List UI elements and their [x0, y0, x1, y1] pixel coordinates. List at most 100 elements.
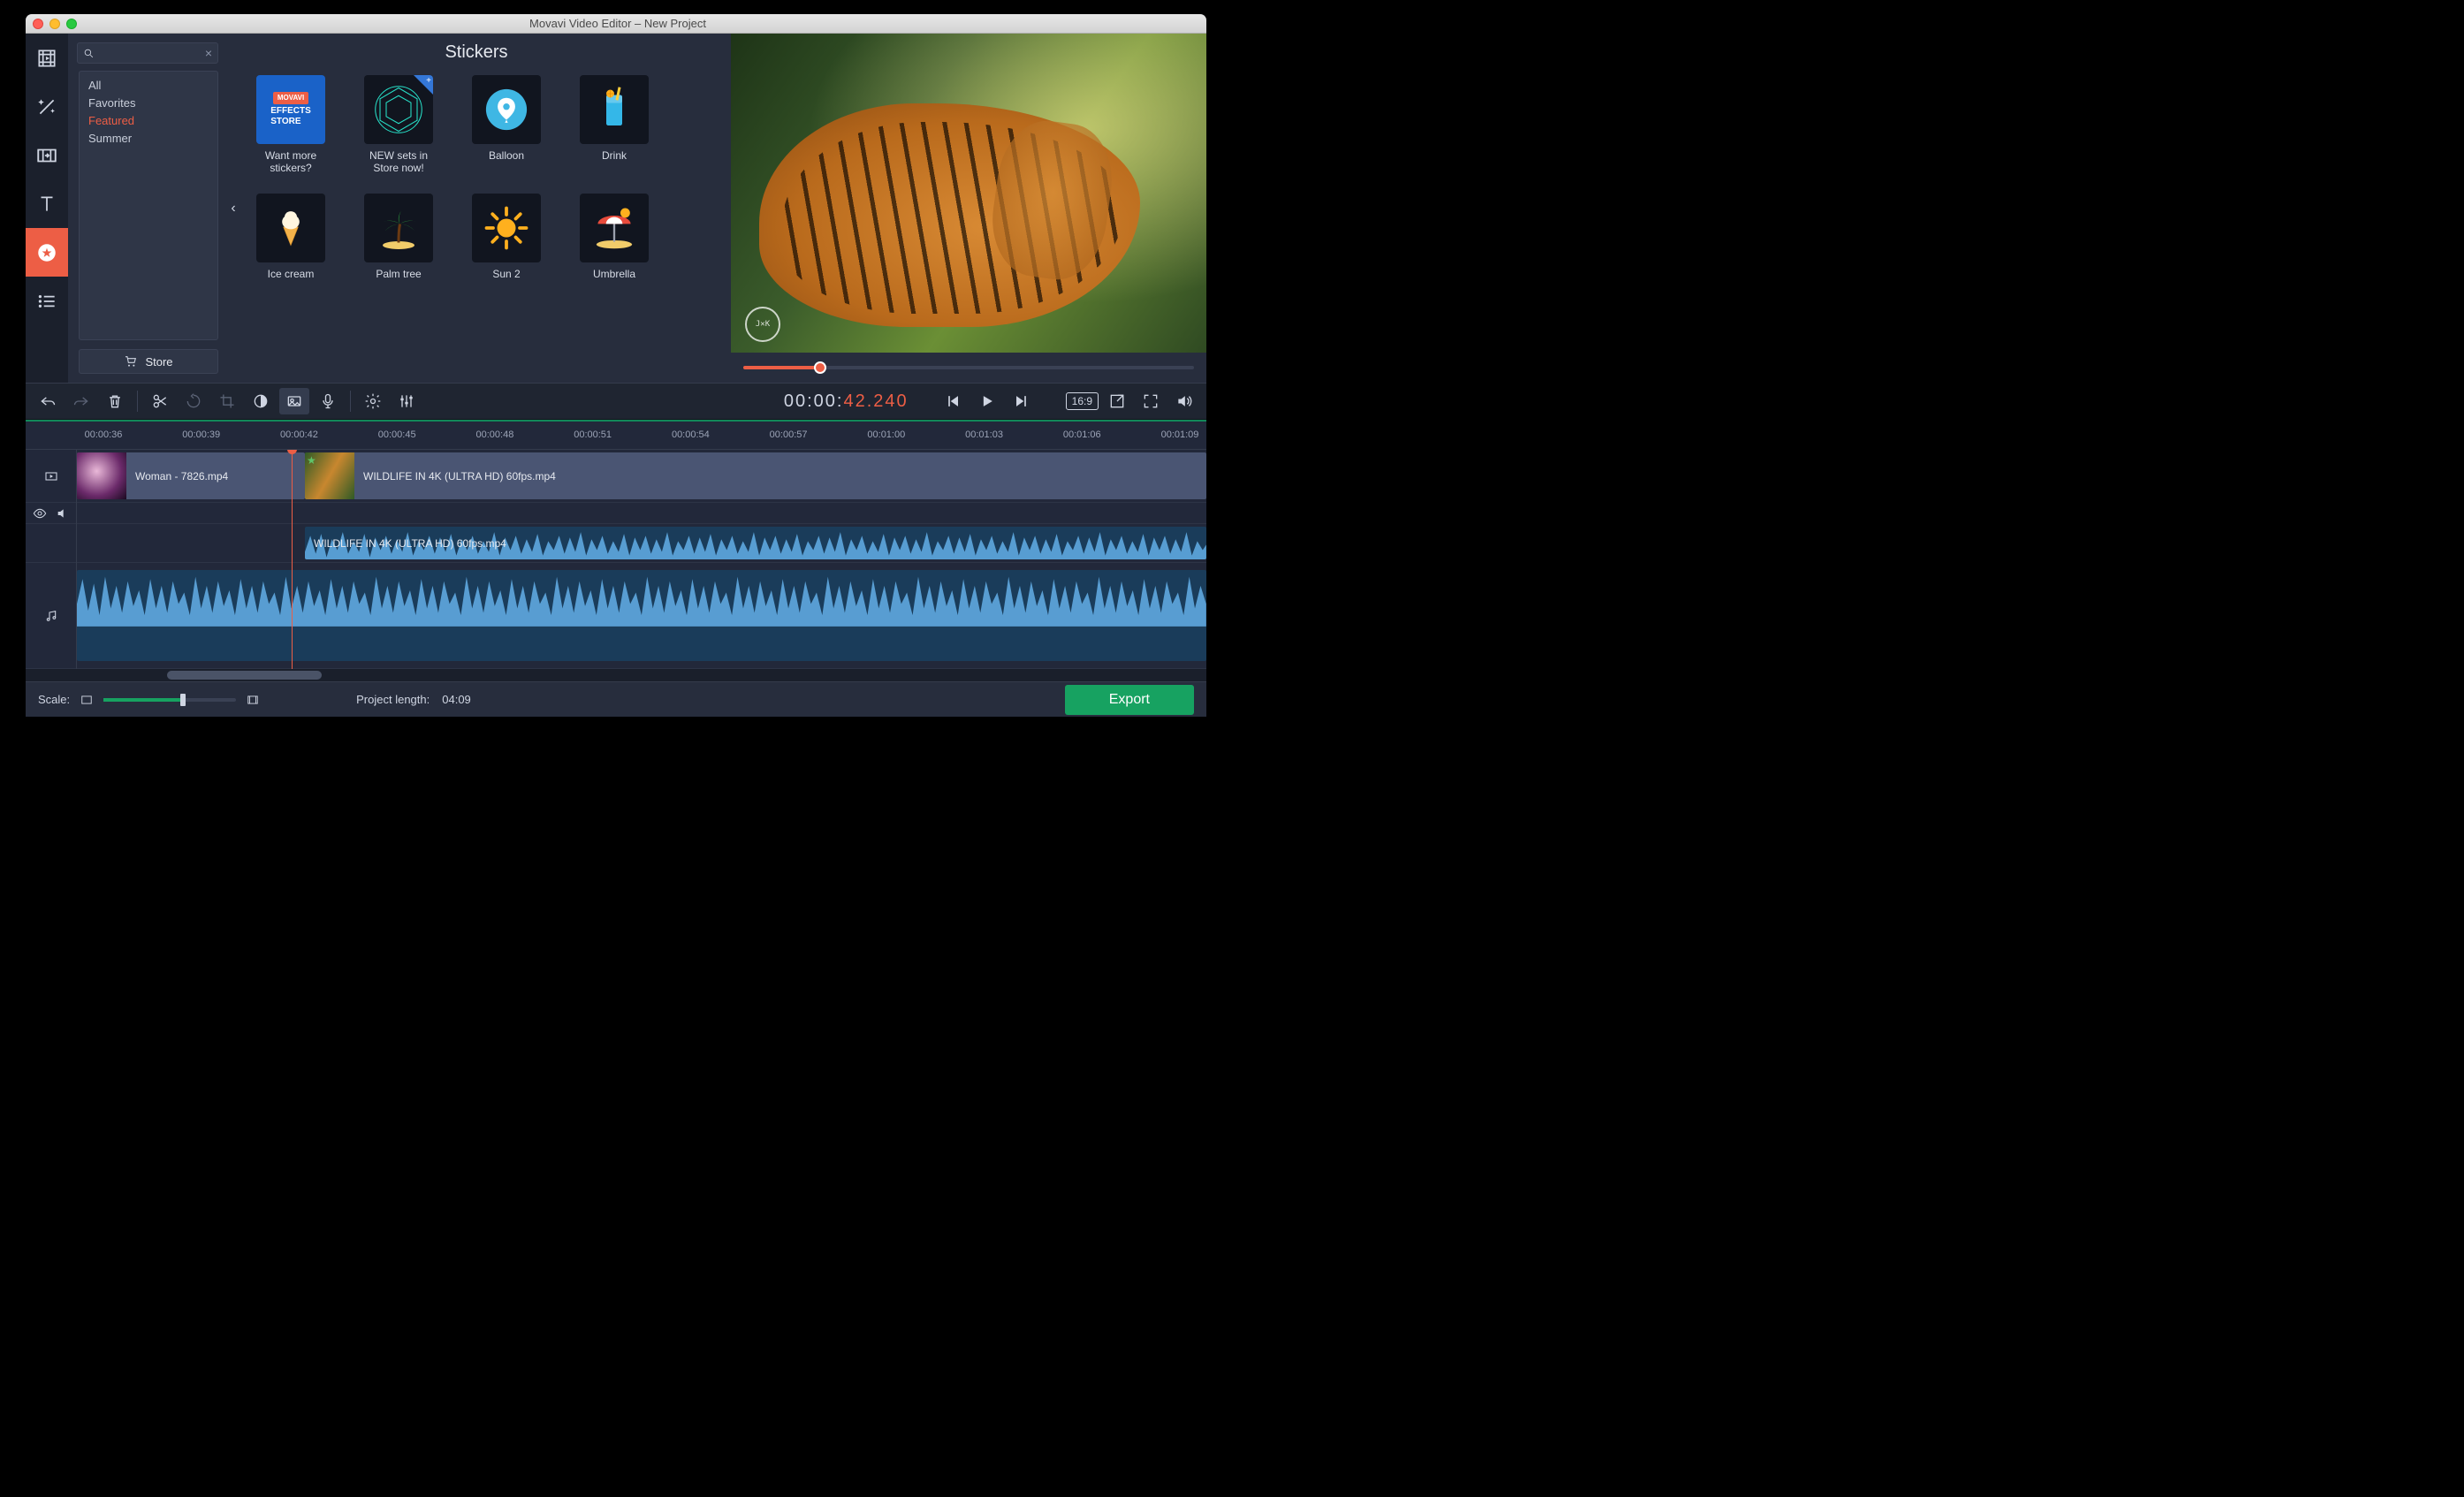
track-visibility-row	[26, 503, 76, 524]
video-clip-wildlife[interactable]: ★ WILDLIFE IN 4K (ULTRA HD) 60fps.mp4	[305, 452, 1206, 499]
timeline-ruler[interactable]: 00:00:36 00:00:39 00:00:42 00:00:45 00:00:48…	[26, 422, 1206, 450]
preview-viewport[interactable]: J✕K	[731, 34, 1206, 353]
sticker-icon	[35, 241, 58, 264]
tab-transitions[interactable]	[26, 131, 68, 179]
tab-media[interactable]	[26, 34, 68, 82]
aspect-ratio-selector[interactable]: 16:9	[1066, 392, 1099, 410]
sticker-tile[interactable]: MOVAVIEFFECTSSTOREWant more stickers?	[248, 75, 333, 174]
zoom-out-icon[interactable]	[79, 694, 95, 706]
scale-slider[interactable]	[103, 698, 236, 702]
tab-filters[interactable]	[26, 82, 68, 131]
tab-stickers[interactable]	[26, 228, 68, 277]
timeline: 00:00:36 00:00:39 00:00:42 00:00:45 00:00:48…	[26, 420, 1206, 681]
rotate-button[interactable]	[179, 388, 209, 414]
sticker-search-input[interactable]: ×	[77, 42, 218, 64]
project-length-value: 04:09	[442, 693, 471, 706]
video-clip-woman[interactable]: Woman - 7826.mp4	[77, 452, 305, 499]
wand-icon	[35, 95, 58, 118]
tab-titles[interactable]	[26, 179, 68, 228]
stickers-panel: × AllFavoritesFeaturedSummer Store ‹ Sti…	[68, 34, 731, 383]
ruler-label: 00:00:48	[475, 429, 513, 440]
music-clip[interactable]	[77, 570, 1206, 661]
next-frame-button[interactable]	[1006, 388, 1036, 414]
prev-frame-button[interactable]	[939, 388, 969, 414]
close-window-button[interactable]	[33, 19, 43, 29]
text-icon	[35, 193, 58, 216]
export-button[interactable]: Export	[1065, 685, 1194, 715]
linked-audio-track-header[interactable]	[26, 524, 76, 563]
sticker-tile[interactable]: Ice cream	[248, 194, 333, 280]
sticker-label: Balloon	[489, 149, 524, 162]
sticker-thumb	[580, 75, 649, 144]
clip-properties-button[interactable]	[279, 388, 309, 414]
sticker-thumb	[580, 194, 649, 262]
sticker-label: Umbrella	[593, 268, 635, 280]
color-adjust-button[interactable]	[246, 388, 276, 414]
ruler-label: 00:01:09	[1161, 429, 1199, 440]
sticker-tile[interactable]: Drink	[572, 75, 657, 174]
sticker-label: Sun 2	[492, 268, 520, 280]
sticker-grid: MOVAVIEFFECTSSTOREWant more stickers? +NE…	[248, 75, 704, 280]
sticker-category-list: AllFavoritesFeaturedSummer	[79, 71, 218, 340]
zoom-in-icon[interactable]	[245, 694, 261, 706]
star-icon: ★	[307, 454, 316, 467]
left-tab-strip	[26, 34, 68, 383]
project-length-label: Project length:	[356, 693, 430, 706]
preview-seek-slider[interactable]	[743, 366, 1194, 369]
sticker-tile[interactable]: Umbrella	[572, 194, 657, 280]
redo-button[interactable]	[66, 388, 96, 414]
clear-search-icon[interactable]: ×	[205, 46, 212, 60]
tab-more[interactable]	[26, 277, 68, 325]
split-button[interactable]	[145, 388, 175, 414]
window-title: Movavi Video Editor – New Project	[77, 17, 1159, 30]
music-track-header[interactable]	[26, 563, 76, 669]
sticker-label: Drink	[602, 149, 627, 162]
store-button[interactable]: Store	[79, 349, 218, 374]
ruler-label: 00:00:42	[280, 429, 318, 440]
category-item[interactable]: Summer	[88, 130, 209, 148]
timeline-scrollbar[interactable]	[26, 669, 1206, 681]
ruler-label: 00:00:39	[182, 429, 220, 440]
equalizer-button[interactable]	[392, 388, 422, 414]
sticker-label: Ice cream	[268, 268, 315, 280]
sticker-tile[interactable]: +NEW sets in Store now!	[356, 75, 441, 174]
category-item[interactable]: All	[88, 77, 209, 95]
linked-audio-clip[interactable]: WILDLIFE IN 4K (ULTRA HD) 60fps.mp4	[305, 527, 1206, 559]
ruler-label: 00:01:06	[1063, 429, 1101, 440]
settings-button[interactable]	[358, 388, 388, 414]
minimize-window-button[interactable]	[49, 19, 60, 29]
video-track-header[interactable]	[26, 450, 76, 503]
crop-button[interactable]	[212, 388, 242, 414]
category-item[interactable]: Featured	[88, 112, 209, 130]
sticker-tile[interactable]: Balloon	[464, 75, 549, 174]
sticker-tile[interactable]: Palm tree	[356, 194, 441, 280]
film-icon	[35, 47, 58, 70]
sticker-thumb	[472, 194, 541, 262]
track-area[interactable]: Woman - 7826.mp4 ★ WILDLIFE IN 4K (ULTRA…	[77, 450, 1206, 669]
delete-button[interactable]	[100, 388, 130, 414]
store-button-label: Store	[145, 355, 172, 369]
undo-button[interactable]	[33, 388, 63, 414]
ruler-label: 00:01:03	[965, 429, 1003, 440]
ruler-label: 00:00:51	[574, 429, 612, 440]
fullscreen-button[interactable]	[1136, 388, 1166, 414]
zoom-window-button[interactable]	[66, 19, 77, 29]
sticker-thumb: +	[364, 75, 433, 144]
speaker-icon[interactable]	[56, 506, 70, 521]
eye-icon[interactable]	[33, 506, 47, 521]
ruler-label: 00:00:36	[85, 429, 123, 440]
timecode-display: 00:00:42.240	[784, 391, 909, 412]
sticker-tile[interactable]: Sun 2	[464, 194, 549, 280]
ruler-label: 00:01:00	[867, 429, 905, 440]
play-button[interactable]	[972, 388, 1002, 414]
sticker-thumb	[472, 75, 541, 144]
pop-out-button[interactable]	[1102, 388, 1132, 414]
ruler-label: 00:00:45	[378, 429, 416, 440]
record-audio-button[interactable]	[313, 388, 343, 414]
ruler-label: 00:00:54	[672, 429, 710, 440]
volume-button[interactable]	[1169, 388, 1199, 414]
track-headers	[26, 450, 77, 669]
collapse-category-button[interactable]: ‹	[227, 34, 240, 383]
cart-icon	[124, 354, 138, 369]
category-item[interactable]: Favorites	[88, 95, 209, 112]
